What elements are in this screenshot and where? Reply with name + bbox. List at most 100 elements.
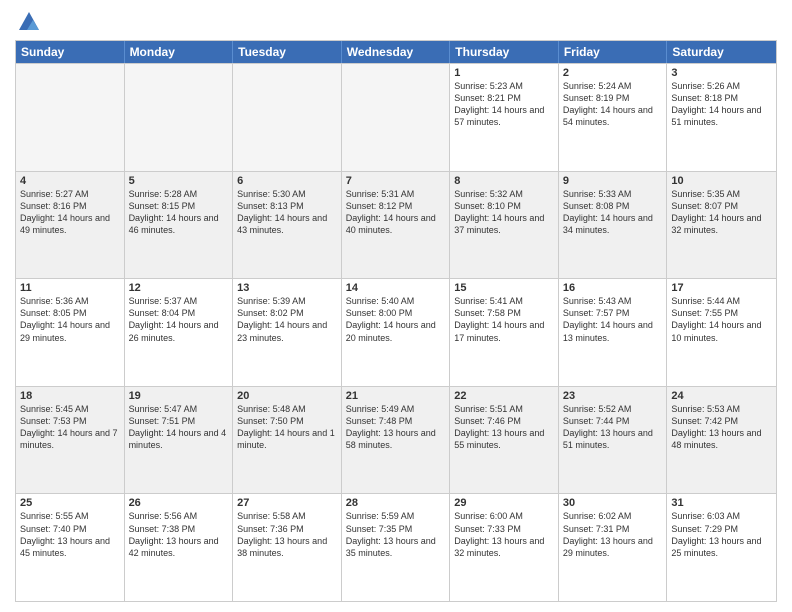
cell-info: Sunrise: 5:23 AMSunset: 8:21 PMDaylight:… — [454, 80, 554, 129]
calendar-cell: 9Sunrise: 5:33 AMSunset: 8:08 PMDaylight… — [559, 172, 668, 279]
calendar-row: 25Sunrise: 5:55 AMSunset: 7:40 PMDayligh… — [16, 493, 776, 601]
weekday-header: Tuesday — [233, 41, 342, 63]
cell-info: Sunrise: 5:35 AMSunset: 8:07 PMDaylight:… — [671, 188, 772, 237]
cell-info: Sunrise: 5:55 AMSunset: 7:40 PMDaylight:… — [20, 510, 120, 559]
day-number: 15 — [454, 282, 554, 294]
calendar-cell: 24Sunrise: 5:53 AMSunset: 7:42 PMDayligh… — [667, 387, 776, 494]
day-number: 20 — [237, 390, 337, 402]
cell-info: Sunrise: 6:02 AMSunset: 7:31 PMDaylight:… — [563, 510, 663, 559]
cell-info: Sunrise: 5:36 AMSunset: 8:05 PMDaylight:… — [20, 295, 120, 344]
day-number: 14 — [346, 282, 446, 294]
calendar-cell — [125, 64, 234, 171]
day-number: 10 — [671, 175, 772, 187]
cell-info: Sunrise: 5:51 AMSunset: 7:46 PMDaylight:… — [454, 403, 554, 452]
cell-info: Sunrise: 5:53 AMSunset: 7:42 PMDaylight:… — [671, 403, 772, 452]
day-number: 6 — [237, 175, 337, 187]
weekday-header: Sunday — [16, 41, 125, 63]
day-number: 25 — [20, 497, 120, 509]
calendar-header: SundayMondayTuesdayWednesdayThursdayFrid… — [16, 41, 776, 63]
calendar-row: 1Sunrise: 5:23 AMSunset: 8:21 PMDaylight… — [16, 63, 776, 171]
calendar-cell: 26Sunrise: 5:56 AMSunset: 7:38 PMDayligh… — [125, 494, 234, 601]
cell-info: Sunrise: 5:33 AMSunset: 8:08 PMDaylight:… — [563, 188, 663, 237]
day-number: 29 — [454, 497, 554, 509]
day-number: 24 — [671, 390, 772, 402]
calendar-cell: 8Sunrise: 5:32 AMSunset: 8:10 PMDaylight… — [450, 172, 559, 279]
cell-info: Sunrise: 5:43 AMSunset: 7:57 PMDaylight:… — [563, 295, 663, 344]
cell-info: Sunrise: 5:28 AMSunset: 8:15 PMDaylight:… — [129, 188, 229, 237]
day-number: 26 — [129, 497, 229, 509]
calendar-cell: 10Sunrise: 5:35 AMSunset: 8:07 PMDayligh… — [667, 172, 776, 279]
day-number: 27 — [237, 497, 337, 509]
calendar-row: 18Sunrise: 5:45 AMSunset: 7:53 PMDayligh… — [16, 386, 776, 494]
calendar-cell: 19Sunrise: 5:47 AMSunset: 7:51 PMDayligh… — [125, 387, 234, 494]
day-number: 23 — [563, 390, 663, 402]
calendar-row: 4Sunrise: 5:27 AMSunset: 8:16 PMDaylight… — [16, 171, 776, 279]
weekday-header: Thursday — [450, 41, 559, 63]
cell-info: Sunrise: 5:59 AMSunset: 7:35 PMDaylight:… — [346, 510, 446, 559]
calendar-cell: 29Sunrise: 6:00 AMSunset: 7:33 PMDayligh… — [450, 494, 559, 601]
cell-info: Sunrise: 5:41 AMSunset: 7:58 PMDaylight:… — [454, 295, 554, 344]
day-number: 12 — [129, 282, 229, 294]
weekday-header: Saturday — [667, 41, 776, 63]
day-number: 30 — [563, 497, 663, 509]
cell-info: Sunrise: 5:39 AMSunset: 8:02 PMDaylight:… — [237, 295, 337, 344]
weekday-header: Friday — [559, 41, 668, 63]
calendar-cell — [342, 64, 451, 171]
day-number: 8 — [454, 175, 554, 187]
calendar-cell: 13Sunrise: 5:39 AMSunset: 8:02 PMDayligh… — [233, 279, 342, 386]
calendar-cell: 15Sunrise: 5:41 AMSunset: 7:58 PMDayligh… — [450, 279, 559, 386]
calendar-cell: 2Sunrise: 5:24 AMSunset: 8:19 PMDaylight… — [559, 64, 668, 171]
calendar-cell: 27Sunrise: 5:58 AMSunset: 7:36 PMDayligh… — [233, 494, 342, 601]
calendar-cell — [16, 64, 125, 171]
weekday-header: Wednesday — [342, 41, 451, 63]
calendar-cell: 4Sunrise: 5:27 AMSunset: 8:16 PMDaylight… — [16, 172, 125, 279]
page: SundayMondayTuesdayWednesdayThursdayFrid… — [0, 0, 792, 612]
header — [15, 10, 777, 34]
logo-icon — [17, 10, 41, 34]
cell-info: Sunrise: 5:49 AMSunset: 7:48 PMDaylight:… — [346, 403, 446, 452]
cell-info: Sunrise: 5:44 AMSunset: 7:55 PMDaylight:… — [671, 295, 772, 344]
calendar-cell: 30Sunrise: 6:02 AMSunset: 7:31 PMDayligh… — [559, 494, 668, 601]
calendar-cell: 12Sunrise: 5:37 AMSunset: 8:04 PMDayligh… — [125, 279, 234, 386]
calendar-cell: 28Sunrise: 5:59 AMSunset: 7:35 PMDayligh… — [342, 494, 451, 601]
cell-info: Sunrise: 5:56 AMSunset: 7:38 PMDaylight:… — [129, 510, 229, 559]
calendar-cell — [233, 64, 342, 171]
calendar-cell: 14Sunrise: 5:40 AMSunset: 8:00 PMDayligh… — [342, 279, 451, 386]
calendar-cell: 7Sunrise: 5:31 AMSunset: 8:12 PMDaylight… — [342, 172, 451, 279]
day-number: 11 — [20, 282, 120, 294]
cell-info: Sunrise: 5:32 AMSunset: 8:10 PMDaylight:… — [454, 188, 554, 237]
calendar-cell: 23Sunrise: 5:52 AMSunset: 7:44 PMDayligh… — [559, 387, 668, 494]
cell-info: Sunrise: 5:30 AMSunset: 8:13 PMDaylight:… — [237, 188, 337, 237]
cell-info: Sunrise: 5:52 AMSunset: 7:44 PMDaylight:… — [563, 403, 663, 452]
calendar-cell: 22Sunrise: 5:51 AMSunset: 7:46 PMDayligh… — [450, 387, 559, 494]
calendar-cell: 17Sunrise: 5:44 AMSunset: 7:55 PMDayligh… — [667, 279, 776, 386]
weekday-header: Monday — [125, 41, 234, 63]
cell-info: Sunrise: 5:58 AMSunset: 7:36 PMDaylight:… — [237, 510, 337, 559]
day-number: 22 — [454, 390, 554, 402]
logo — [15, 10, 41, 34]
day-number: 31 — [671, 497, 772, 509]
day-number: 2 — [563, 67, 663, 79]
calendar-cell: 21Sunrise: 5:49 AMSunset: 7:48 PMDayligh… — [342, 387, 451, 494]
calendar: SundayMondayTuesdayWednesdayThursdayFrid… — [15, 40, 777, 602]
calendar-cell: 16Sunrise: 5:43 AMSunset: 7:57 PMDayligh… — [559, 279, 668, 386]
cell-info: Sunrise: 5:26 AMSunset: 8:18 PMDaylight:… — [671, 80, 772, 129]
cell-info: Sunrise: 6:00 AMSunset: 7:33 PMDaylight:… — [454, 510, 554, 559]
day-number: 9 — [563, 175, 663, 187]
calendar-cell: 3Sunrise: 5:26 AMSunset: 8:18 PMDaylight… — [667, 64, 776, 171]
day-number: 1 — [454, 67, 554, 79]
day-number: 17 — [671, 282, 772, 294]
cell-info: Sunrise: 5:37 AMSunset: 8:04 PMDaylight:… — [129, 295, 229, 344]
calendar-cell: 1Sunrise: 5:23 AMSunset: 8:21 PMDaylight… — [450, 64, 559, 171]
calendar-cell: 11Sunrise: 5:36 AMSunset: 8:05 PMDayligh… — [16, 279, 125, 386]
cell-info: Sunrise: 5:24 AMSunset: 8:19 PMDaylight:… — [563, 80, 663, 129]
day-number: 4 — [20, 175, 120, 187]
calendar-cell: 25Sunrise: 5:55 AMSunset: 7:40 PMDayligh… — [16, 494, 125, 601]
day-number: 16 — [563, 282, 663, 294]
cell-info: Sunrise: 5:45 AMSunset: 7:53 PMDaylight:… — [20, 403, 120, 452]
day-number: 7 — [346, 175, 446, 187]
calendar-cell: 20Sunrise: 5:48 AMSunset: 7:50 PMDayligh… — [233, 387, 342, 494]
cell-info: Sunrise: 5:47 AMSunset: 7:51 PMDaylight:… — [129, 403, 229, 452]
cell-info: Sunrise: 6:03 AMSunset: 7:29 PMDaylight:… — [671, 510, 772, 559]
cell-info: Sunrise: 5:31 AMSunset: 8:12 PMDaylight:… — [346, 188, 446, 237]
